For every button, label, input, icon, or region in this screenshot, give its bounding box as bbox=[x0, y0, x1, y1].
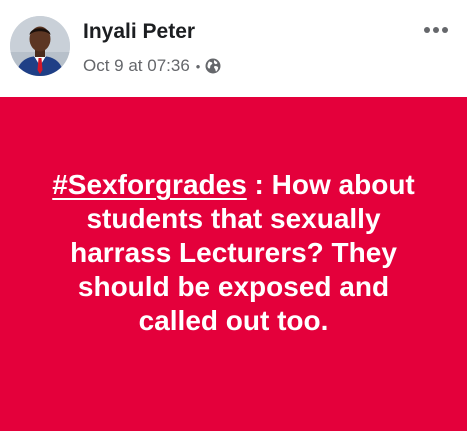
hashtag-link[interactable]: #Sexforgrades bbox=[52, 169, 247, 200]
author-name[interactable]: Inyali Peter bbox=[83, 20, 195, 44]
more-options-button[interactable] bbox=[421, 18, 451, 42]
post-timestamp[interactable]: Oct 9 at 07:36 bbox=[83, 56, 190, 76]
post-header: Inyali Peter Oct 9 at 07:36 • bbox=[0, 0, 467, 97]
post-meta: Oct 9 at 07:36 • bbox=[83, 55, 221, 77]
meta-separator: • bbox=[195, 58, 201, 74]
post-text: #Sexforgrades : How about students that … bbox=[44, 168, 424, 338]
globe-icon[interactable] bbox=[205, 58, 221, 74]
more-options-icon bbox=[424, 27, 448, 33]
avatar-photo bbox=[10, 16, 70, 76]
post-background-card: #Sexforgrades : How about students that … bbox=[0, 97, 467, 431]
author-avatar[interactable] bbox=[10, 16, 70, 76]
